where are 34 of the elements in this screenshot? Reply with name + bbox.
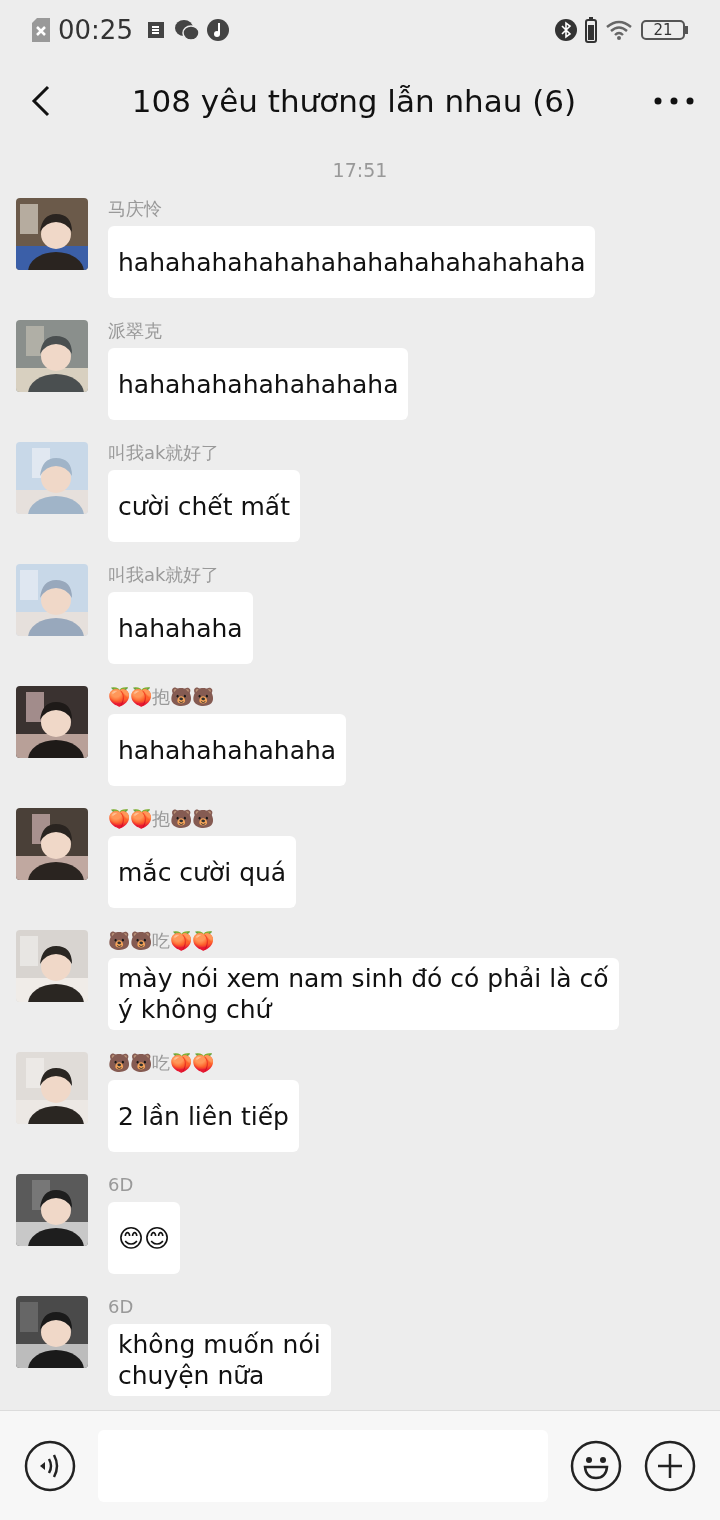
sender-name: 🍑🍑抱🐻🐻: [108, 686, 215, 708]
emoji-icon[interactable]: [570, 1439, 622, 1492]
message-bubble: hahahaha: [108, 592, 253, 664]
message-bubble: hahahahahahahahahahahahahahaha: [108, 226, 596, 298]
add-icon[interactable]: [644, 1439, 696, 1492]
chat-title: 108 yêu thương lẫn nhau (6): [130, 83, 578, 119]
message-bubble: 😊😊: [108, 1202, 181, 1274]
sender-name: 🐻🐻吃🍑🍑: [108, 1052, 215, 1074]
bluetooth-icon: [555, 19, 577, 41]
message-bubble: mắc cười quá: [108, 836, 297, 908]
sender-name: 叫我ak就好了: [108, 564, 221, 586]
sender-name: 派翠克: [108, 320, 163, 342]
sender-name: 马庆怜: [108, 198, 163, 220]
music-icon: [206, 19, 229, 41]
message-bubble: không muốn nói chuyện nữa: [108, 1324, 331, 1396]
message-bubble: 2 lần liên tiếp: [108, 1080, 299, 1152]
message-bubble: cười chết mất: [108, 470, 300, 542]
sender-name: 🍑🍑抱🐻🐻: [108, 808, 215, 830]
message-bubble: hahahahahahahahaha: [108, 348, 409, 420]
sender-name: 叫我ak就好了: [108, 442, 221, 464]
more-icon[interactable]: [652, 96, 696, 106]
sender-name: 6D: [108, 1296, 135, 1318]
sim-card-icon: [32, 18, 50, 42]
message-bubble: mày nói xem nam sinh đó có phải là cố ý không chứ: [108, 958, 619, 1030]
status-time: 00:25: [58, 15, 133, 45]
message-bubble: hahahahahahaha: [108, 714, 347, 786]
sender-name: 6D: [108, 1174, 135, 1196]
chat-icon: [174, 19, 199, 41]
message-time: 17:51: [332, 159, 388, 181]
wifi-icon: [605, 19, 633, 41]
battery-icon: [585, 17, 597, 43]
battery-level: 21: [641, 20, 685, 40]
sender-name: 🐻🐻吃🍑🍑: [108, 930, 215, 952]
voice-icon[interactable]: [24, 1439, 76, 1492]
